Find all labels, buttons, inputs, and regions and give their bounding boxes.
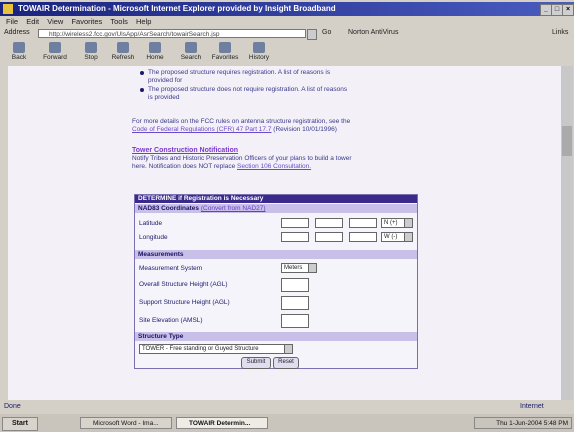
stop-icon: [85, 42, 97, 53]
nad83-heading: NAD83 Coordinates (Convert from NAD27): [135, 204, 417, 213]
menu-help[interactable]: Help: [136, 17, 151, 26]
address-bar: Address http://wireless2.fcc.gov/UlsApp/…: [0, 28, 574, 40]
address-dropdown-icon[interactable]: [307, 29, 317, 40]
home-button[interactable]: Home: [140, 41, 170, 65]
tower-notification-heading[interactable]: Tower Construction Notification: [132, 147, 238, 154]
measurement-system-label: Measurement System: [139, 265, 203, 272]
window-title: TOWAIR Determination - Microsoft Interne…: [18, 4, 336, 13]
favorites-button[interactable]: Favorites: [210, 41, 240, 65]
longitude-degrees-input[interactable]: [281, 232, 309, 242]
measurement-system-select[interactable]: Meters: [281, 263, 317, 273]
latitude-degrees-input[interactable]: [281, 218, 309, 228]
menu-tools[interactable]: Tools: [110, 17, 128, 26]
registration-form: DETERMINE if Registration is Necessary N…: [134, 194, 418, 369]
bullet2-line2: is provided: [148, 94, 180, 101]
vertical-scrollbar[interactable]: [561, 66, 573, 400]
forward-arrow-icon: [49, 42, 61, 53]
support-height-input[interactable]: [281, 296, 309, 310]
support-height-label: Support Structure Height (AGL): [139, 299, 230, 306]
longitude-seconds-input[interactable]: [349, 232, 377, 242]
refresh-button[interactable]: Refresh: [108, 41, 138, 65]
site-elevation-input[interactable]: [281, 314, 309, 328]
menu-edit[interactable]: Edit: [26, 17, 39, 26]
forward-button[interactable]: Forward: [40, 41, 70, 65]
system-tray-clock: Thu 1-Jun-2004 5:48 PM: [474, 417, 572, 429]
bullet1-line2: provided for: [148, 77, 183, 84]
latitude-minutes-input[interactable]: [315, 218, 343, 228]
home-icon: [149, 42, 161, 53]
taskbar-item-word[interactable]: Microsoft Word - Ima...: [80, 417, 172, 429]
cfr-link[interactable]: Code of Federal Regulations (CFR) 47 Par…: [132, 126, 271, 133]
form-title: DETERMINE if Registration is Necessary: [135, 195, 417, 203]
cfr-revision-text: (Revision 10/01/1996): [271, 126, 337, 133]
title-bar: TOWAIR Determination - Microsoft Interne…: [0, 2, 574, 16]
chevron-down-icon: [404, 219, 412, 227]
page-content: The proposed structure requires registra…: [8, 66, 561, 400]
start-button[interactable]: Start: [2, 417, 38, 431]
status-text: Done: [4, 403, 21, 410]
favorites-icon: [219, 42, 231, 53]
bullet2-line1: The proposed structure does not require …: [148, 86, 348, 93]
longitude-direction-select[interactable]: W (-): [381, 232, 413, 242]
taskbar-item-towair[interactable]: TOWAIR Determin...: [176, 417, 268, 429]
submit-button[interactable]: Submit: [241, 357, 271, 369]
cfr-paragraph-line1: For more details on the FCC rules on ant…: [132, 118, 351, 125]
security-zone: Internet: [520, 403, 544, 410]
taskbar: Start Microsoft Word - Ima... TOWAIR Det…: [0, 414, 574, 432]
section-106-link[interactable]: Section 106 Consultation.: [237, 163, 311, 170]
overall-height-label: Overall Structure Height (AGL): [139, 281, 228, 288]
longitude-minutes-input[interactable]: [315, 232, 343, 242]
history-icon: [253, 42, 265, 53]
menu-view[interactable]: View: [47, 17, 63, 26]
search-button[interactable]: Search: [176, 41, 206, 65]
scrollbar-thumb[interactable]: [562, 126, 572, 156]
refresh-icon: [117, 42, 129, 53]
convert-nad27-link[interactable]: (Convert from NAD27): [201, 205, 266, 212]
status-bar: Done Internet: [0, 401, 574, 413]
history-button[interactable]: History: [244, 41, 274, 65]
chevron-down-icon: [308, 264, 316, 272]
stop-button[interactable]: Stop: [76, 41, 106, 65]
latitude-label: Latitude: [139, 220, 163, 227]
longitude-label: Longitude: [139, 234, 168, 241]
menu-bar: File Edit View Favorites Tools Help: [0, 17, 574, 27]
reset-button[interactable]: Reset: [273, 357, 299, 369]
address-input[interactable]: http://wireless2.fcc.gov/UlsApp/AsrSearc…: [38, 29, 306, 38]
latitude-direction-select[interactable]: N (+): [381, 218, 413, 228]
bullet1-line1: The proposed structure requires registra…: [148, 69, 331, 76]
search-icon: [185, 42, 197, 53]
chevron-down-icon: [284, 345, 292, 353]
ie-icon: [3, 4, 13, 14]
back-button[interactable]: Back: [4, 41, 34, 65]
overall-height-input[interactable]: [281, 278, 309, 292]
tower-notification-line2: here. Notification does NOT replace Sect…: [132, 163, 312, 170]
bullet-icon: [140, 71, 144, 75]
cfr-paragraph-line2: Code of Federal Regulations (CFR) 47 Par…: [132, 126, 337, 134]
links-button[interactable]: Links: [552, 29, 568, 36]
structure-type-heading: Structure Type: [135, 332, 417, 341]
menu-favorites[interactable]: Favorites: [71, 17, 102, 26]
browser-window: TOWAIR Determination - Microsoft Interne…: [0, 0, 574, 432]
site-elevation-label: Site Elevation (AMSL): [139, 317, 203, 324]
bullet-icon: [140, 88, 144, 92]
back-arrow-icon: [13, 42, 25, 53]
norton-antivirus-button[interactable]: Norton AntiVirus: [348, 29, 398, 36]
chevron-down-icon: [404, 233, 412, 241]
measurements-heading: Measurements: [135, 250, 417, 259]
latitude-seconds-input[interactable]: [349, 218, 377, 228]
structure-type-select[interactable]: TOWER - Free standing or Guyed Structure: [139, 344, 293, 354]
go-button[interactable]: Go: [322, 29, 331, 36]
toolbar: Back Forward Stop Refresh Home Search Fa…: [0, 41, 574, 65]
tower-notification-line1: Notify Tribes and Historic Preservation …: [132, 155, 352, 162]
close-button[interactable]: ×: [562, 4, 574, 16]
address-label: Address: [4, 29, 30, 36]
menu-file[interactable]: File: [6, 17, 18, 26]
